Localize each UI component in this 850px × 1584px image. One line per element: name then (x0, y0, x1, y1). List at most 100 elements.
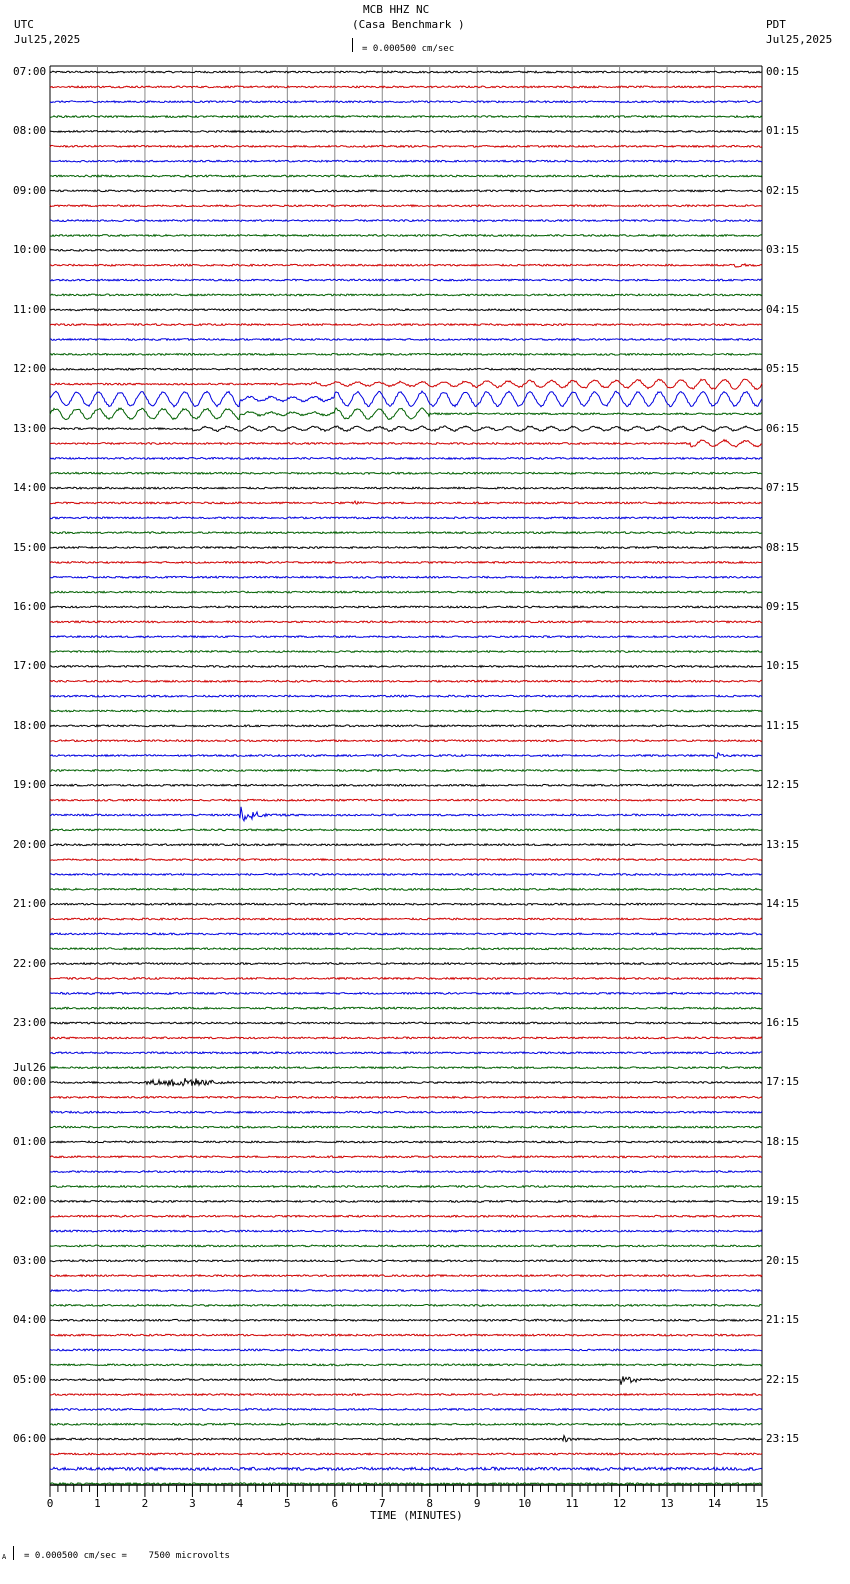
utc-hour-label: 21:00 (13, 897, 47, 911)
seismic-trace (49, 1333, 763, 1337)
pdt-hour-label: 10:15 (766, 659, 800, 673)
seismic-trace (49, 99, 763, 104)
utc-hour-label: 23:00 (13, 1016, 47, 1030)
pdt-hour-label: 18:15 (766, 1134, 800, 1148)
seismic-trace (49, 724, 763, 728)
seismic-trace (49, 872, 763, 877)
x-tick-label: 8 (426, 1497, 434, 1510)
seismic-trace (49, 352, 763, 357)
seismic-trace (49, 425, 763, 433)
seismic-trace (49, 1376, 763, 1385)
seismic-trace (49, 1229, 763, 1233)
seismic-trace (49, 605, 763, 609)
pdt-hour-label: 12:15 (766, 778, 800, 792)
utc-hour-label: 09:00 (13, 183, 47, 197)
seismic-trace (49, 1348, 763, 1352)
seismic-trace (49, 1095, 763, 1100)
pdt-hour-label: 19:15 (766, 1194, 800, 1208)
seismic-trace (49, 1199, 763, 1204)
seismic-trace (49, 1110, 763, 1115)
utc-hour-label: 12:00 (13, 362, 47, 376)
seismic-trace (49, 129, 763, 134)
seismic-trace (49, 1021, 763, 1025)
seismic-trace (49, 307, 763, 312)
pdt-hour-label: 15:15 (766, 956, 800, 970)
utc-hour-label: 19:00 (13, 778, 47, 792)
pdt-hour-label: 09:15 (766, 599, 800, 613)
seismic-trace (49, 70, 763, 74)
seismic-trace (49, 634, 763, 639)
seismic-trace (49, 783, 763, 788)
seismic-trace (49, 709, 763, 713)
x-tick-label: 6 (331, 1497, 339, 1510)
seismic-trace (49, 590, 763, 594)
seismic-trace (49, 85, 763, 89)
seismic-trace (49, 931, 763, 936)
utc-hour-label: 04:00 (13, 1313, 47, 1327)
seismic-trace (49, 1318, 763, 1323)
seismic-trace (49, 1452, 763, 1456)
utc-hour-label: 07:00 (13, 65, 47, 78)
utc-hour-label: 08:00 (13, 124, 47, 138)
pdt-hour-label: 04:15 (766, 302, 800, 316)
seismic-trace (49, 407, 763, 421)
date-change-label: Jul26 (13, 1061, 47, 1075)
seismic-trace (49, 752, 763, 759)
seismic-trace (49, 203, 763, 208)
helicorder-plot (49, 65, 763, 1497)
pdt-hour-label: 22:15 (766, 1372, 800, 1386)
seismic-trace (49, 679, 763, 684)
seismic-trace (49, 1259, 763, 1263)
utc-hour-label: 22:00 (13, 956, 47, 970)
seismic-trace (49, 1288, 763, 1293)
seismic-trace (49, 114, 763, 119)
seismic-trace (49, 144, 763, 149)
seismic-trace (49, 189, 763, 193)
seismic-trace (50, 575, 763, 580)
seismic-trace (49, 857, 763, 862)
x-tick-label: 9 (473, 1497, 481, 1510)
seismic-trace (49, 390, 763, 408)
seismic-trace (49, 233, 763, 238)
pdt-hour-label: 16:15 (766, 1016, 800, 1030)
utc-hour-label: 00:00 (13, 1075, 47, 1089)
x-tick-label: 15 (755, 1497, 769, 1510)
utc-hour-label: 16:00 (13, 599, 47, 613)
utc-hour-label: 13:00 (13, 421, 47, 435)
utc-hour-label: 06:00 (13, 1432, 47, 1446)
seismic-trace (49, 1184, 763, 1189)
utc-hour-label: 14:00 (13, 481, 47, 495)
seismic-trace (49, 159, 763, 164)
seismic-trace (50, 768, 763, 773)
seismic-trace (49, 515, 763, 520)
utc-hour-label: 10:00 (13, 243, 47, 257)
seismic-trace (49, 174, 763, 178)
pdt-hour-label: 03:15 (766, 243, 800, 257)
seismic-trace (49, 486, 763, 490)
utc-hour-label: 20:00 (13, 837, 47, 851)
seismic-trace (49, 262, 763, 268)
seismic-trace (49, 1155, 763, 1159)
seismic-trace (49, 946, 763, 951)
seismic-trace (49, 545, 762, 550)
pdt-hour-label: 17:15 (766, 1075, 800, 1089)
seismic-trace (49, 1362, 763, 1367)
pdt-hour-label: 21:15 (766, 1313, 800, 1327)
pdt-hour-label: 07:15 (766, 481, 800, 495)
utc-hour-label: 03:00 (13, 1253, 47, 1267)
pdt-hour-label: 11:15 (766, 718, 800, 732)
seismic-trace (49, 218, 763, 223)
seismic-trace (49, 649, 763, 654)
seismic-trace (49, 1078, 763, 1088)
seismic-trace (49, 976, 763, 981)
utc-hour-label: 18:00 (13, 718, 47, 732)
seismic-trace (49, 664, 762, 669)
seismic-trace (49, 1407, 763, 1412)
pdt-hour-label: 00:15 (766, 65, 800, 78)
seismic-trace (49, 1139, 763, 1144)
utc-hour-label: 01:00 (13, 1134, 47, 1148)
seismic-trace (49, 378, 763, 391)
seismic-trace (49, 991, 763, 996)
seismic-trace (49, 738, 763, 743)
pdt-hour-label: 13:15 (766, 837, 800, 851)
